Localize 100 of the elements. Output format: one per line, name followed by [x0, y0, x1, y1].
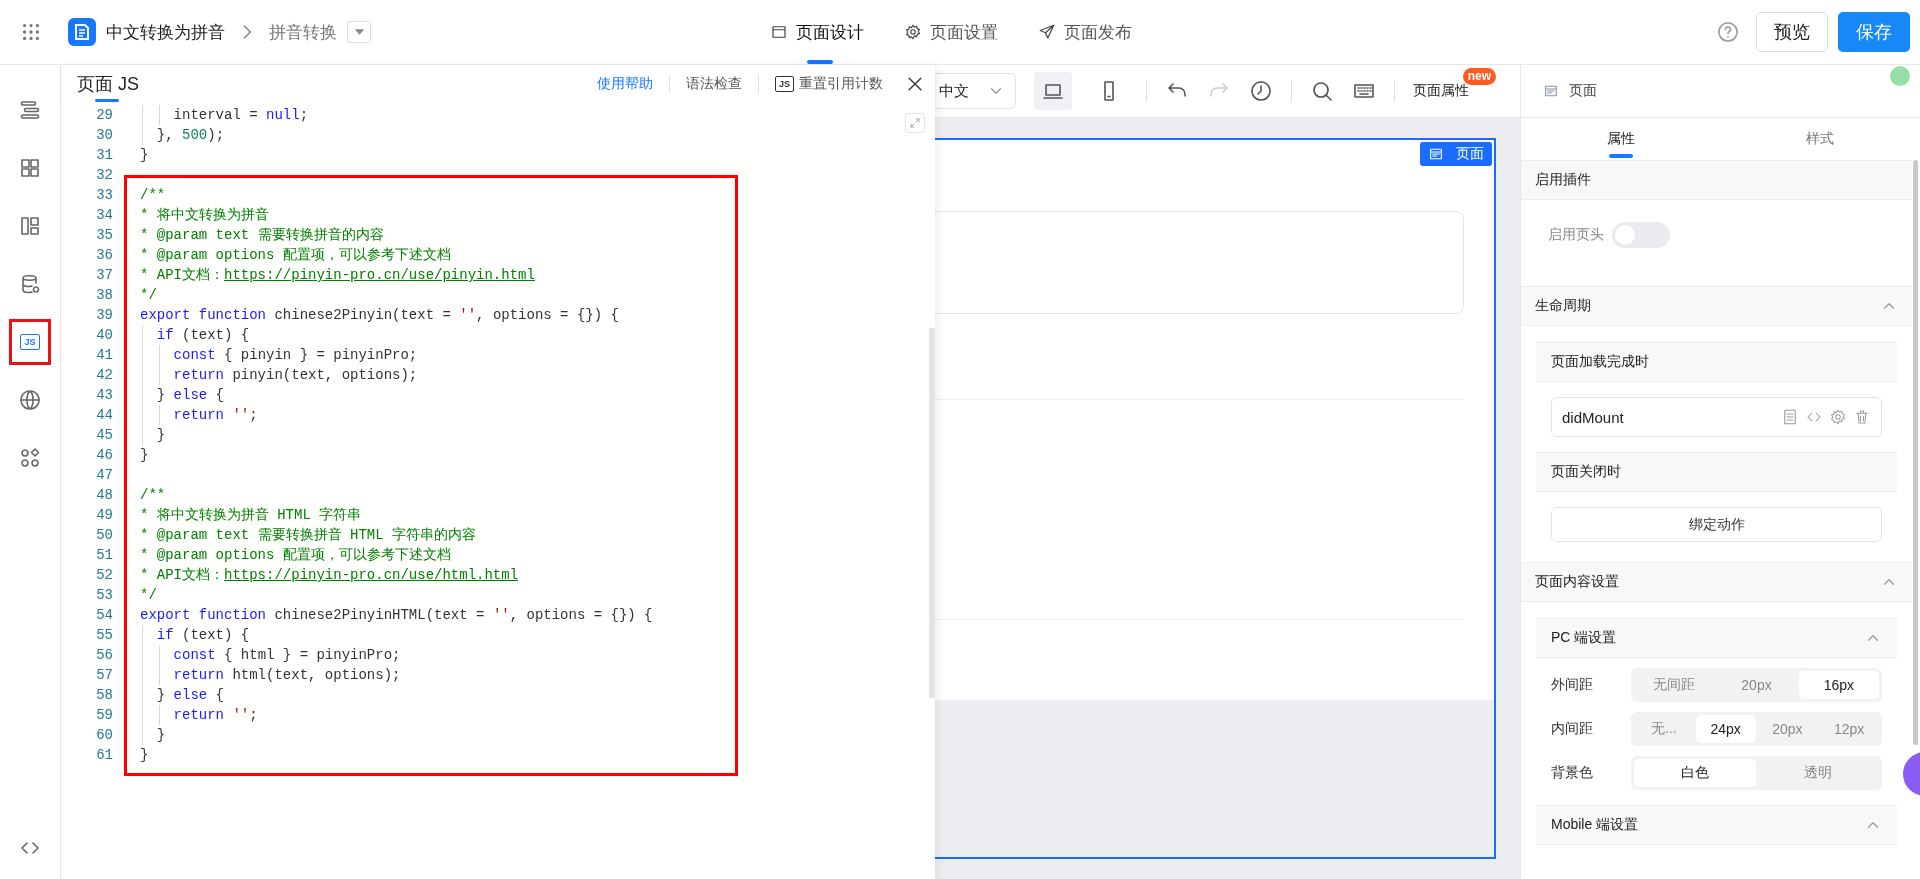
- clock-icon[interactable]: [1249, 79, 1273, 103]
- code-line: * API文档：https://pinyin-pro.cn/use/html.html: [140, 567, 519, 583]
- section-header[interactable]: 启用插件: [1521, 160, 1912, 200]
- doc-link[interactable]: https://pinyin-pro.cn/use/html.html: [224, 567, 519, 583]
- search-icon[interactable]: [1310, 79, 1334, 103]
- code-line: }: [140, 147, 149, 163]
- language-select[interactable]: 中文: [935, 73, 1016, 109]
- line-number: 54: [95, 606, 113, 625]
- line-number: 53: [95, 586, 113, 605]
- app-logo-icon: [68, 18, 96, 46]
- code-line: const { pinyin } = pinyinPro;: [172, 347, 418, 363]
- group-title: 页面加载完成时: [1551, 353, 1649, 371]
- layout-icon: [18, 214, 42, 238]
- syntax-check-button[interactable]: 语法检查: [686, 75, 742, 93]
- apps-icon: [18, 446, 42, 470]
- action-field[interactable]: didMount: [1551, 397, 1882, 437]
- code-line: */: [140, 587, 157, 603]
- code-line: interval = null;: [172, 107, 309, 123]
- page-name: 拼音转换: [269, 21, 337, 44]
- segment-option[interactable]: 白色: [1634, 759, 1756, 787]
- line-number: 51: [95, 546, 113, 565]
- line-number: 61: [95, 746, 113, 765]
- section-title: 生命周期: [1535, 297, 1591, 315]
- segment-option[interactable]: 24px: [1695, 715, 1756, 743]
- field-label: 内间距: [1551, 720, 1594, 738]
- app-title: 中文转换为拼音: [106, 21, 225, 44]
- page-properties-button[interactable]: 页面属性: [1413, 82, 1469, 100]
- line-number: 52: [95, 566, 113, 585]
- sidebar-item[interactable]: JS: [9, 319, 51, 365]
- js-icon: JS: [20, 334, 40, 350]
- page-icon: [1543, 83, 1559, 99]
- apps-grid-icon[interactable]: [20, 21, 42, 43]
- bind-action-button[interactable]: 绑定动作: [1551, 507, 1882, 542]
- line-number: 41: [95, 346, 113, 365]
- line-number: 47: [95, 466, 113, 485]
- laptop-view-button[interactable]: [1034, 72, 1072, 110]
- settings-icon[interactable]: [1829, 408, 1847, 426]
- line-number: 40: [95, 326, 113, 345]
- code-line: }: [140, 447, 149, 463]
- code-line: export function chinese2Pinyin(text = '', options = {}) {: [140, 307, 619, 323]
- js-icon: JS: [775, 76, 794, 92]
- help-link[interactable]: 使用帮助: [597, 75, 653, 93]
- code-line: * 将中文转换为拼音: [140, 207, 269, 223]
- line-number: 34: [95, 206, 113, 225]
- group-title: Mobile 端设置: [1551, 816, 1639, 834]
- field-label: 启用页头: [1548, 226, 1604, 244]
- line-number: 59: [95, 706, 113, 725]
- page-dropdown-button[interactable]: [347, 21, 371, 43]
- code-line: * @param options 配置项，可以参考下述文档: [140, 547, 451, 563]
- code-line: */: [140, 287, 157, 303]
- field-label: 外间距: [1551, 676, 1594, 694]
- top-tab[interactable]: 页面设计: [770, 0, 864, 64]
- page-icon: [1428, 146, 1444, 162]
- section-header[interactable]: 页面内容设置: [1521, 562, 1912, 602]
- line-number: 49: [95, 506, 113, 525]
- top-tab[interactable]: 页面设置: [904, 0, 998, 64]
- segment-option[interactable]: 16px: [1798, 671, 1879, 699]
- code-line: * @param text 需要转换拼音的内容: [140, 227, 384, 243]
- components-icon: [18, 156, 42, 180]
- panel-tab[interactable]: 样式: [1720, 118, 1920, 160]
- line-number: 46: [95, 446, 113, 465]
- document-icon[interactable]: [1781, 408, 1799, 426]
- code-line: return html(text, options);: [172, 667, 401, 683]
- line-number: 48: [95, 486, 113, 505]
- line-number: 55: [95, 626, 113, 645]
- code-line: * @param options 配置项，可以参考下述文档: [140, 247, 451, 263]
- language-value: 中文: [939, 81, 969, 101]
- code-line: }: [155, 727, 166, 743]
- help-icon[interactable]: [1716, 20, 1740, 44]
- code-line: return pinyin(text, options);: [172, 367, 418, 383]
- doc-link[interactable]: https://pinyin-pro.cn/use/pinyin.html: [224, 267, 535, 283]
- top-tab[interactable]: 页面发布: [1038, 0, 1132, 64]
- line-number: 50: [95, 526, 113, 545]
- paper-plane-icon: [1038, 23, 1056, 41]
- scrollbar[interactable]: [929, 328, 935, 698]
- preview-button[interactable]: 预览: [1756, 12, 1828, 52]
- panel-tab[interactable]: 属性: [1521, 118, 1721, 160]
- save-button[interactable]: 保存: [1838, 12, 1910, 52]
- line-number: 45: [95, 426, 113, 445]
- editor-tab[interactable]: 页面 JS: [77, 65, 139, 103]
- code-line: }, 500);: [155, 127, 225, 143]
- code-line: if (text) {: [155, 627, 250, 643]
- code-line: /**: [140, 187, 166, 203]
- line-number: 32: [95, 166, 113, 185]
- code-line: export function chinese2PinyinHTML(text = '', options = {}) {: [140, 607, 653, 623]
- code-line: } else {: [155, 387, 225, 403]
- reset-reference-button[interactable]: JS 重置引用计数: [775, 75, 883, 93]
- line-number: 37: [95, 266, 113, 285]
- line-number: 36: [95, 246, 113, 265]
- section-header[interactable]: 生命周期: [1521, 286, 1912, 326]
- section-title: 页面内容设置: [1535, 573, 1619, 591]
- settings-icon: [904, 23, 922, 41]
- code-line: const { html } = pinyinPro;: [172, 647, 401, 663]
- line-number: 38: [95, 286, 113, 305]
- trash-icon[interactable]: [1853, 408, 1871, 426]
- line-number: 42: [95, 366, 113, 385]
- code-line: * 将中文转换为拼音 HTML 字符串: [140, 507, 362, 523]
- field-label: 背景色: [1551, 764, 1594, 782]
- scrollbar-thumb[interactable]: [1913, 160, 1918, 745]
- action-name: didMount: [1562, 408, 1624, 426]
